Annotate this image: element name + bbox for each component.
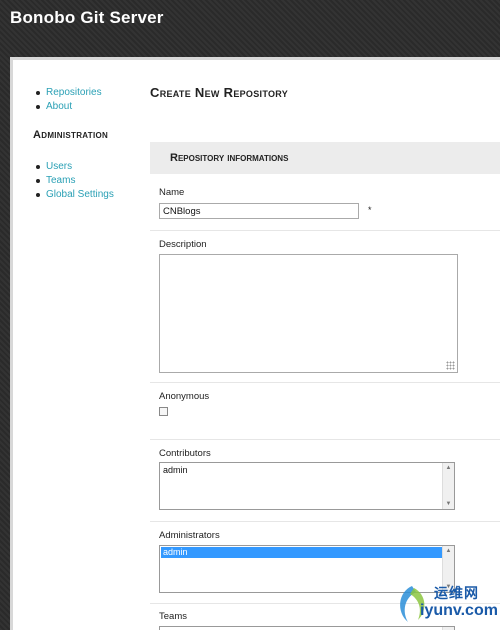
admin-nav: Users Teams Global Settings [36, 160, 114, 202]
required-mark: * [368, 205, 372, 215]
sidebar-link-repositories[interactable]: Repositories [46, 87, 102, 98]
administrators-label: Administrators [159, 530, 220, 541]
sidebar-item-global-settings[interactable]: Global Settings [36, 188, 114, 202]
sidebar-link-users[interactable]: Users [46, 161, 72, 172]
anonymous-checkbox[interactable] [159, 407, 168, 416]
teams-label: Teams [159, 611, 187, 622]
scrollbar[interactable]: ▲ ▼ [442, 463, 454, 509]
watermark-cn: 运维网 [434, 585, 479, 601]
divider [150, 521, 500, 522]
app-title: Bonobo Git Server [10, 8, 164, 27]
contributors-label: Contributors [159, 448, 211, 459]
content-panel: Repositories About Administration Users … [10, 57, 500, 630]
name-input[interactable] [159, 203, 359, 219]
sidebar-nav: Repositories About [36, 86, 102, 114]
sidebar-link-teams[interactable]: Teams [46, 175, 75, 186]
administrators-option-admin[interactable]: admin [161, 547, 442, 558]
divider [150, 439, 500, 440]
contributors-listbox[interactable]: admin ▲ ▼ [159, 462, 455, 510]
name-label: Name [159, 187, 185, 198]
scroll-up-icon[interactable]: ▲ [443, 463, 454, 473]
scroll-up-icon[interactable]: ▲ [443, 546, 454, 556]
divider [150, 382, 500, 383]
sidebar-item-about[interactable]: About [36, 100, 102, 114]
section-header: Repository informations [150, 142, 500, 174]
anonymous-label: Anonymous [159, 391, 210, 402]
sidebar-link-global-settings[interactable]: Global Settings [46, 189, 114, 200]
sidebar-item-users[interactable]: Users [36, 160, 114, 174]
description-label: Description [159, 239, 207, 250]
description-textarea[interactable] [159, 254, 458, 373]
section-title: Repository informations [170, 152, 289, 164]
sidebar-item-teams[interactable]: Teams [36, 174, 114, 188]
watermark-logo: 运维网 iyunv.com [390, 578, 500, 630]
sidebar-link-about[interactable]: About [46, 101, 72, 112]
contributors-option-admin[interactable]: admin [161, 465, 442, 476]
admin-heading: Administration [33, 129, 109, 141]
sidebar-item-repositories[interactable]: Repositories [36, 86, 102, 100]
watermark-url: iyunv.com [420, 602, 498, 619]
resize-grip-icon[interactable] [446, 361, 455, 370]
scroll-down-icon[interactable]: ▼ [443, 499, 454, 509]
divider [150, 230, 500, 231]
page-title: Create New Repository [150, 85, 289, 100]
